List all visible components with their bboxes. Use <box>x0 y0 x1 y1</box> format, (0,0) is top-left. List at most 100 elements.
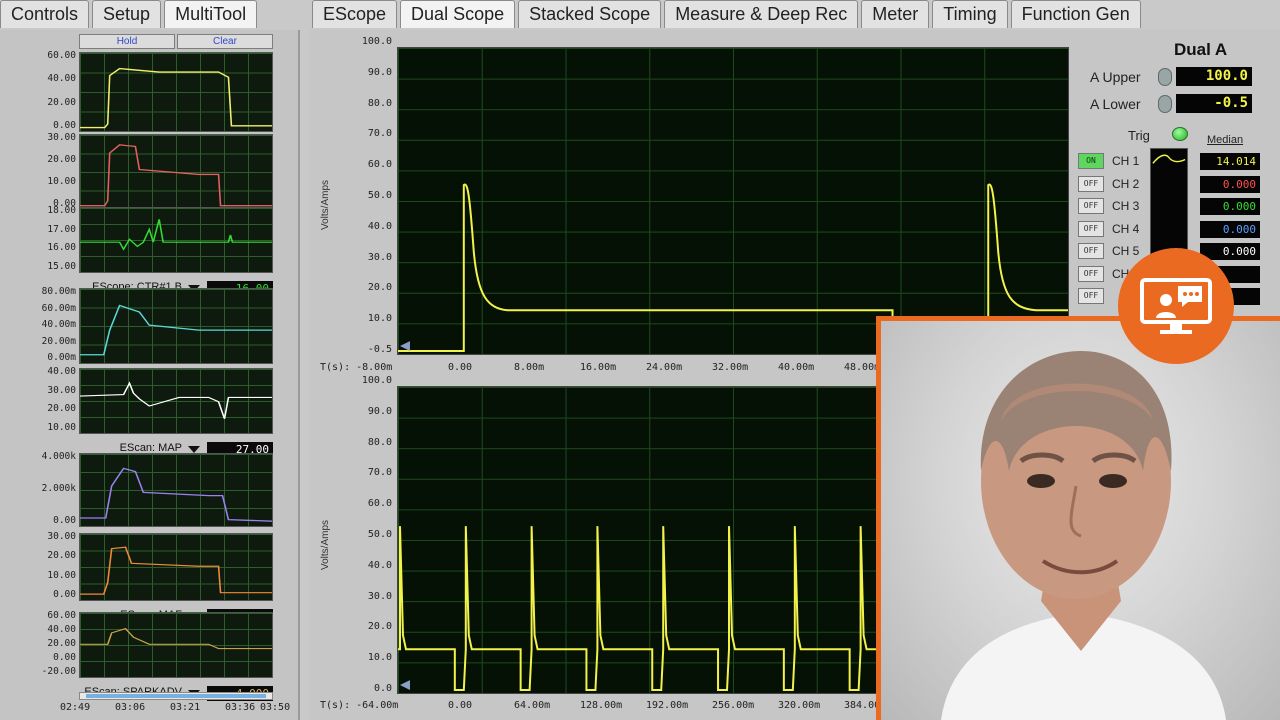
mini-y-tick: 30.00 <box>47 384 76 396</box>
tab-measure-deep-rec[interactable]: Measure & Deep Rec <box>664 0 859 28</box>
x-tick: 24.00m <box>646 362 683 373</box>
channel-toggle-button[interactable]: OFF <box>1078 288 1104 304</box>
x-tick: 320.00m <box>778 700 821 711</box>
y-tick: 20.0 <box>367 621 392 633</box>
tab-timing[interactable]: Timing <box>932 0 1008 28</box>
channel-name: CH 1 <box>1112 154 1140 168</box>
tab-function-gen[interactable]: Function Gen <box>1010 0 1141 28</box>
mini-y-axis: 40.00 30.00 20.00 10.00 <box>0 366 76 434</box>
x-tick: 128.00m <box>580 700 623 711</box>
tab-dual-scope[interactable]: Dual Scope <box>400 0 516 28</box>
mini-trace-svg <box>80 627 272 650</box>
time-tick: 03:21 <box>170 702 201 713</box>
mini-trace <box>80 546 272 595</box>
channel-median-value: 0.000 <box>1200 220 1260 238</box>
channel-name: CH 3 <box>1112 199 1140 213</box>
mini-y-tick: 16.00 <box>47 242 76 254</box>
mini-y-axis: 18.00 17.00 16.00 15.00 <box>0 205 76 273</box>
a-upper-value[interactable]: 100.0 <box>1176 67 1252 86</box>
scrollbar-thumb[interactable] <box>86 694 266 698</box>
channel-row: OFF CH 3 0.000 <box>1078 197 1278 216</box>
mini-plot-canvas[interactable] <box>79 368 273 434</box>
mini-y-axis: 30.00 20.00 10.00 0.00 <box>0 132 76 210</box>
y-tick: 100.0 <box>361 36 392 47</box>
clear-button[interactable]: Clear <box>177 34 273 49</box>
tab-escope[interactable]: EScope <box>312 0 398 28</box>
channel-toggle-button[interactable]: OFF <box>1078 198 1104 214</box>
trig-label: Trig <box>1128 128 1150 143</box>
tab-controls[interactable]: Controls <box>0 0 90 28</box>
dropdown-arrow-icon[interactable] <box>188 446 200 453</box>
channel-name: CH 2 <box>1112 176 1140 191</box>
tab-setup[interactable]: Setup <box>92 0 162 28</box>
mini-y-tick: -20.00 <box>41 666 76 677</box>
mini-trace-svg <box>80 381 272 419</box>
mini-plot-canvas[interactable] <box>79 288 273 364</box>
mini-plot-canvas[interactable] <box>79 453 273 527</box>
mini-y-tick: 0.00 <box>53 589 76 600</box>
mini-plot-canvas[interactable] <box>79 533 273 601</box>
channel-row: OFF CH 4 0.000 <box>1078 220 1278 239</box>
y-tick: 80.0 <box>367 97 392 109</box>
channel-median-value: 14.014 <box>1200 153 1260 170</box>
mini-y-tick: 20.00 <box>47 154 76 165</box>
y-tick: 60.0 <box>367 159 392 171</box>
mini-plot-canvas[interactable] <box>79 134 273 210</box>
lower-y-axis: 100.0 90.0 80.0 70.0 60.0 50.0 40.0 30.0 20.0 10.… <box>340 375 392 701</box>
x-tick: 40.00m <box>778 362 815 373</box>
time-scrollbar[interactable] <box>79 692 273 700</box>
channel-name: CH 5 <box>1112 244 1140 258</box>
channel-median-value: 0.000 <box>1200 198 1260 215</box>
channel-toggle-button[interactable]: OFF <box>1078 265 1104 282</box>
left-tab-bar: Controls Setup MultiTool <box>0 0 300 30</box>
mini-y-tick: 20.00 <box>47 96 76 108</box>
trigger-marker-icon[interactable] <box>399 680 410 691</box>
x-tick: 0.00 <box>448 700 473 711</box>
y-tick: 50.0 <box>367 529 392 540</box>
channel-toggle-button[interactable]: OFF <box>1078 243 1104 259</box>
channel-row: ON CH 1 14.014 <box>1078 152 1278 171</box>
trigger-marker-icon[interactable] <box>399 341 410 352</box>
mini-plot-canvas[interactable] <box>79 207 273 273</box>
mini-plot-canvas[interactable] <box>79 612 273 678</box>
mini-y-axis: 4.000k 2.000k 0.00 <box>0 451 76 527</box>
a-lower-value[interactable]: -0.5 <box>1176 94 1252 113</box>
mini-y-tick: 40.00 <box>47 366 76 377</box>
x-tick: 192.00m <box>646 700 689 711</box>
a-lower-control: A Lower -0.5 <box>1088 94 1268 114</box>
channel-toggle-button[interactable]: ON <box>1078 153 1104 169</box>
y-tick: 100.0 <box>361 375 392 386</box>
x-tick: 48.00m <box>844 362 881 373</box>
spin-knob-icon[interactable] <box>1158 95 1172 113</box>
tab-multitool[interactable]: MultiTool <box>164 0 258 28</box>
median-label: Median <box>1207 134 1244 146</box>
mini-y-tick: 40.00 <box>47 73 76 85</box>
time-tick: 03:36 <box>225 702 256 713</box>
upper-scope-plot[interactable] <box>397 47 1069 355</box>
tab-stacked-scope[interactable]: Stacked Scope <box>518 0 662 28</box>
time-tick: 03:50 <box>260 702 291 713</box>
channel-toggle-button[interactable]: OFF <box>1078 220 1104 237</box>
hold-button[interactable]: Hold <box>79 34 175 49</box>
spin-knob-icon[interactable] <box>1158 68 1172 86</box>
mini-y-tick: 0.00 <box>53 652 76 663</box>
mini-plot-canvas[interactable] <box>79 52 273 132</box>
presenter-photo <box>881 321 1280 720</box>
channel-toggle-button[interactable]: OFF <box>1078 175 1104 192</box>
mini-y-tick: 40.00m <box>41 319 76 330</box>
mini-trace-svg <box>80 467 272 522</box>
y-tick: 10.0 <box>367 313 392 325</box>
a-upper-label: A Upper <box>1090 69 1141 85</box>
mini-trace-svg <box>80 546 272 595</box>
x-tick: 16.00m <box>580 362 617 373</box>
tab-meter[interactable]: Meter <box>861 0 930 28</box>
mini-y-tick: 20.00 <box>47 550 76 562</box>
y-tick: 40.0 <box>367 559 392 571</box>
y-tick: 70.0 <box>367 128 392 140</box>
mini-y-axis: 80.00m 60.00m 40.00m 20.00m 0.00m <box>0 286 76 364</box>
y-tick: 90.0 <box>367 405 392 417</box>
y-tick: 60.0 <box>367 498 392 510</box>
a-upper-control: A Upper 100.0 <box>1088 67 1268 87</box>
y-tick: 30.0 <box>367 590 392 602</box>
time-tick: 03:06 <box>115 702 146 713</box>
